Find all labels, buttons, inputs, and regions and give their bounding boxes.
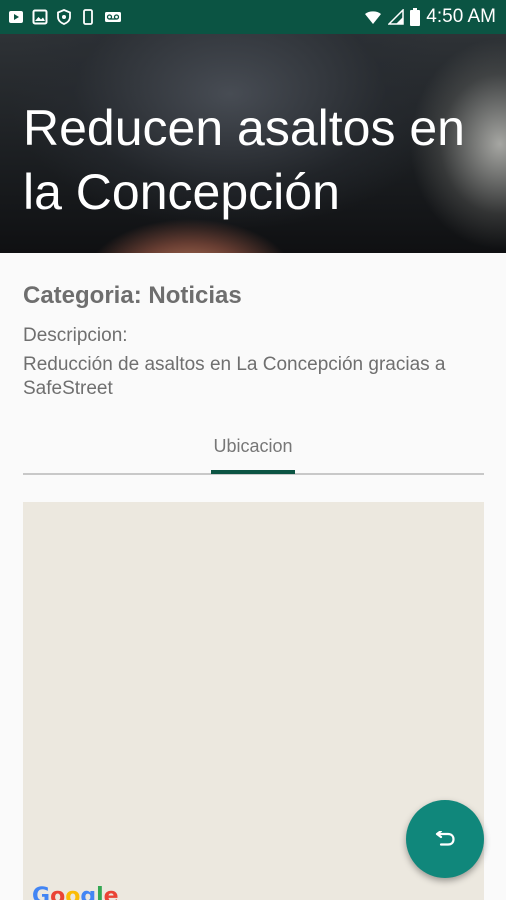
description-label: Descripcion: bbox=[23, 325, 128, 346]
wifi-icon bbox=[365, 11, 382, 24]
header-image: Reducen asaltos en la Concepción bbox=[0, 34, 506, 253]
status-bar: 4:50 AM bbox=[0, 0, 506, 34]
battery-icon bbox=[410, 8, 421, 26]
google-logo-letter: o bbox=[50, 884, 66, 900]
phone-notification-icon bbox=[83, 9, 93, 25]
tab-selected-indicator bbox=[211, 470, 295, 474]
description-text: Reducción de asaltos en La Concepción gr… bbox=[23, 354, 446, 399]
status-time: 4:50 AM bbox=[426, 6, 496, 27]
google-logo-letter: o bbox=[65, 884, 81, 900]
news-title: Reducen asaltos en la Concepción bbox=[23, 100, 465, 220]
system-status-icons: 4:50 AM bbox=[364, 6, 496, 28]
voicemail-notification-icon bbox=[105, 12, 121, 22]
notification-icons bbox=[8, 8, 122, 26]
google-logo-letter: G bbox=[32, 884, 51, 900]
google-logo-letter: g bbox=[80, 884, 97, 900]
tab-ubicacion[interactable]: Ubicacion bbox=[210, 425, 296, 474]
shield-notification-icon bbox=[57, 9, 71, 25]
cell-signal-icon bbox=[388, 9, 405, 25]
tab-label: Ubicacion bbox=[213, 436, 293, 456]
tab-bar: Ubicacion bbox=[23, 425, 484, 475]
image-notification-icon bbox=[32, 9, 48, 25]
google-logo-letter: l bbox=[96, 884, 104, 900]
undo-return-icon bbox=[435, 831, 455, 846]
back-fab-button[interactable] bbox=[406, 800, 484, 878]
category-heading: Categoria: Noticias bbox=[23, 282, 242, 309]
google-logo: Google bbox=[32, 884, 119, 900]
play-store-notification-icon bbox=[9, 11, 23, 23]
google-logo-letter: e bbox=[103, 884, 119, 900]
